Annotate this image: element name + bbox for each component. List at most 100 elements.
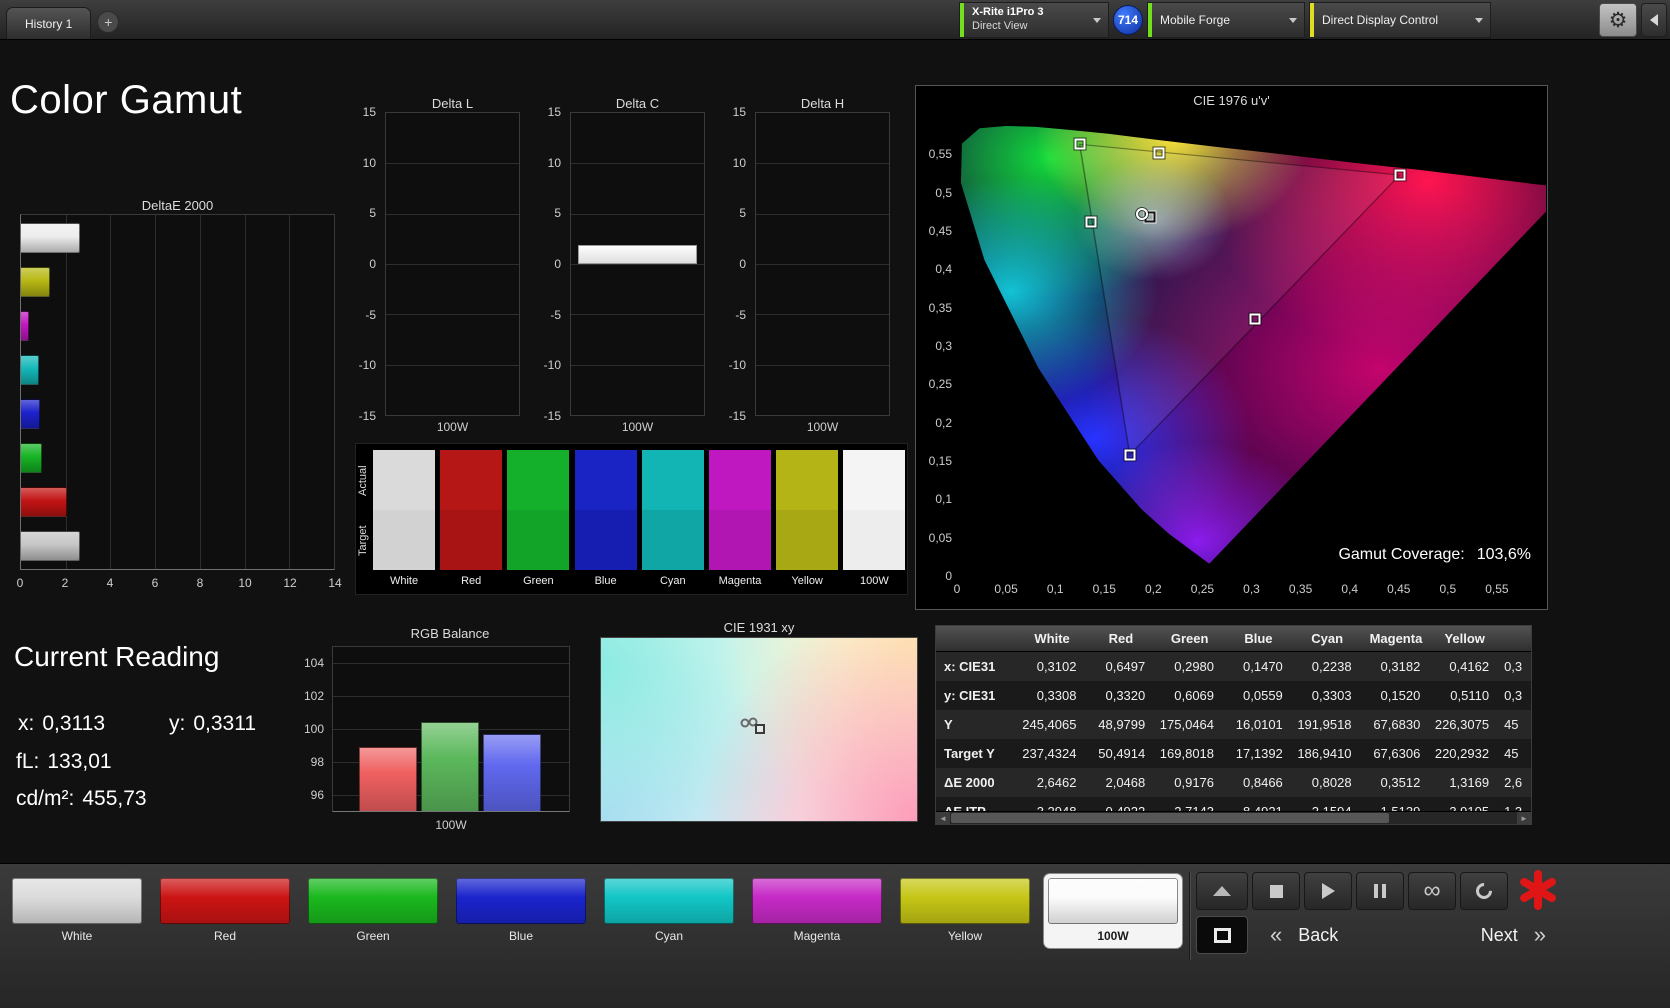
delta-y-tick-label: -10 (358, 358, 376, 373)
cie1976-y-tick-label: 0 (945, 569, 952, 583)
table-cell: 0,2980 (1174, 659, 1215, 674)
patch-color (12, 878, 142, 924)
row-label: y: CIE31 (944, 688, 996, 703)
table-header-cyan: Cyan (1311, 631, 1344, 646)
swatch-target (507, 510, 570, 570)
delta-c-chart (570, 112, 705, 416)
table-cell: 2,6 (1504, 775, 1523, 790)
scroll-right-arrow[interactable]: ► (1517, 812, 1531, 824)
back-button[interactable]: « Back (1252, 916, 1404, 954)
rgb-balance-x-label: 100W (435, 818, 467, 832)
deltae-chart (20, 214, 335, 570)
patch-button-yellow[interactable]: Yellow (896, 874, 1034, 948)
swatch-target (440, 510, 503, 570)
scroll-thumb[interactable] (951, 813, 1389, 823)
deltae-bar-yellow (21, 267, 51, 297)
swatch-target (709, 510, 771, 570)
cie1931-target-marker (754, 723, 765, 734)
add-tab-button[interactable]: + (97, 11, 120, 33)
delta-y-tick-label: -15 (728, 409, 746, 423)
row-label: Target Y (944, 746, 995, 761)
collapse-panel-button[interactable] (1641, 3, 1667, 37)
table-cell: 0,3320 (1105, 688, 1146, 703)
meter-dropdown[interactable]: X-Rite i1Pro 3 Direct View (959, 2, 1109, 38)
pattern-source-accent-bar (1148, 3, 1152, 37)
swatch-cyan: Cyan (641, 450, 704, 590)
patch-button-cyan[interactable]: Cyan (600, 874, 738, 948)
table-cell: 226,3075 (1434, 717, 1490, 732)
delta-y-tick-label: -5 (550, 307, 561, 322)
deltae-gridline (334, 215, 335, 569)
swatch-yellow: Yellow (776, 450, 839, 590)
next-button[interactable]: Next » (1410, 916, 1560, 954)
table-header-yellow: Yellow (1444, 631, 1485, 646)
tab-history-label: History 1 (25, 16, 73, 31)
delta-l-title: Delta L (431, 96, 474, 111)
table-header-blank (936, 626, 1018, 651)
pause-button[interactable] (1356, 872, 1404, 910)
display-control-dropdown[interactable]: Direct Display Control (1309, 2, 1491, 38)
table-horizontal-scrollbar[interactable]: ◄ ► (936, 811, 1531, 824)
settings-button[interactable]: ⚙ (1599, 3, 1637, 37)
patch-options-button[interactable] (1196, 872, 1248, 910)
deltae-gridline (110, 215, 112, 569)
cie1976-y-tick-label: 0,05 (928, 530, 952, 545)
delta-c-title: Delta C (615, 96, 660, 111)
patch-button-magenta[interactable]: Magenta (748, 874, 886, 948)
table-cell: 0,8466 (1243, 775, 1283, 790)
cie1976-x-tick-label: 0,55 (1485, 582, 1509, 596)
swatch-actual (373, 450, 435, 510)
scroll-left-arrow[interactable]: ◄ (936, 812, 950, 824)
delta-y-tick-label: -5 (365, 307, 376, 322)
delta-l-y-axis: 15 10 5 0 -5 -10 -15 (350, 105, 380, 423)
results-table-body: x: CIE31 0,3102 0,6497 0,2980 0,1470 0,2238 0,… (936, 652, 1531, 824)
patch-button-green[interactable]: Green (304, 874, 442, 948)
cie1976-y-tick-label: 0,25 (928, 377, 952, 392)
delta-y-tick-label: 15 (732, 105, 746, 119)
swatch-magenta: Magenta (709, 450, 771, 590)
meter-accent-bar (960, 3, 964, 37)
table-cell: 2,0468 (1105, 775, 1146, 790)
pattern-source-dropdown[interactable]: Mobile Forge (1147, 2, 1305, 38)
play-icon (1321, 883, 1335, 899)
arrow-up-icon (1213, 886, 1231, 896)
play-button[interactable] (1304, 872, 1352, 910)
delta-gridline (386, 163, 519, 165)
delta-y-tick-label: 15 (362, 105, 376, 119)
delta-h-y-axis: 15 10 5 0 -5 -10 -15 (720, 105, 750, 423)
table-cell: 169,8018 (1159, 746, 1215, 761)
patch-button-white[interactable]: White (8, 874, 146, 948)
current-y-label: y: (169, 712, 186, 735)
table-cell: 0,3303 (1311, 688, 1352, 703)
swatch-white: White (373, 450, 435, 590)
delta-gridline (571, 213, 704, 215)
gamut-coverage-value: 103,6% (1476, 546, 1531, 563)
tab-history[interactable]: History 1 (6, 7, 92, 39)
table-cell: 0,3 (1504, 688, 1523, 703)
table-cell: 175,0464 (1159, 717, 1215, 732)
rgb-balance-title: RGB Balance (410, 626, 490, 641)
table-cell: 45 (1504, 746, 1519, 761)
deltae-bar-white (21, 223, 81, 253)
continuous-measure-button[interactable]: ∞ (1408, 872, 1456, 910)
deltae-x-tick-label: 8 (196, 576, 204, 590)
patch-button-100w[interactable]: 100W (1044, 874, 1182, 948)
patch-color (900, 878, 1030, 924)
next-button-label: Next (1480, 924, 1518, 945)
patch-button-blue[interactable]: Blue (452, 874, 590, 948)
delta-gridline (756, 264, 889, 265)
cie1976-x-tick-label: 0,5 (1439, 582, 1457, 596)
table-cell: 220,2932 (1434, 746, 1490, 761)
delta-y-tick-label: -10 (543, 358, 561, 373)
single-measure-button[interactable] (1460, 872, 1508, 910)
gamut-coverage: Gamut Coverage: 103,6% (1338, 546, 1531, 564)
cie1976-panel: CIE 1976 u'v' Gamut Coverage: 103,6% 0,5… (915, 85, 1548, 610)
patch-button-red[interactable]: Red (156, 874, 294, 948)
table-cell: 17,1392 (1235, 746, 1283, 761)
patch-window-button[interactable] (1196, 916, 1248, 954)
deltae-gridline (244, 215, 246, 569)
stop-button[interactable] (1252, 872, 1300, 910)
table-cell: 186,9410 (1297, 746, 1352, 761)
actual-row-label: Actual (357, 465, 369, 497)
cie1931-title: CIE 1931 xy (723, 620, 795, 635)
